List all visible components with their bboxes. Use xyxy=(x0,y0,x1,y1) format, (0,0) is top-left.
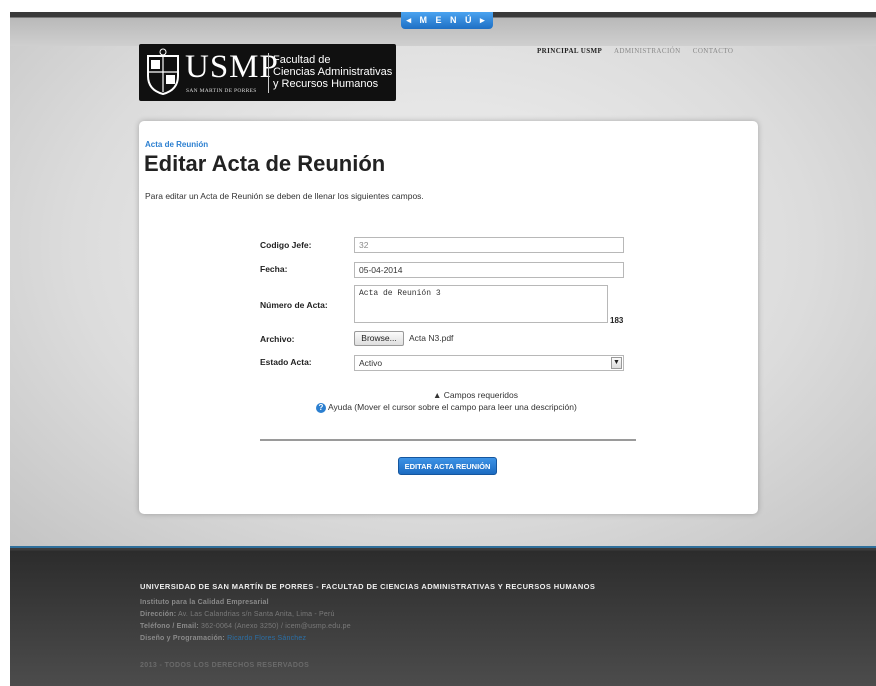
help-icon: ? xyxy=(316,403,326,413)
footer-title: UNIVERSIDAD DE SAN MARTÍN DE PORRES - FA… xyxy=(140,582,596,591)
intro-text: Para editar un Acta de Reunión se deben … xyxy=(145,191,424,201)
required-fields-note: ▲ Campos requeridos xyxy=(433,390,518,400)
top-navigation: PRINCIPAL USMP ADMINISTRACIÓN CONTACTO xyxy=(537,47,743,55)
codigo-jefe-field[interactable]: 32 xyxy=(354,237,624,253)
character-counter: 183 xyxy=(610,316,624,325)
logo-divider xyxy=(268,53,269,93)
numero-acta-textarea[interactable]: Acta de Reunión 3 xyxy=(354,285,608,323)
footer-address-value: Av. Las Calandrias s/n Santa Anita, Lima… xyxy=(178,611,335,618)
help-text: Ayuda (Mover el cursor sobre el campo pa… xyxy=(328,402,577,412)
crest-icon xyxy=(147,48,179,96)
nav-administracion[interactable]: ADMINISTRACIÓN xyxy=(614,47,681,55)
nav-contacto[interactable]: CONTACTO xyxy=(693,47,734,55)
help-note: ? Ayuda (Mover el cursor sobre el campo p… xyxy=(316,402,577,413)
codigo-jefe-label: Codigo Jefe: xyxy=(260,240,312,250)
usmp-logo[interactable]: USMP SAN MARTIN DE PORRES Facultad de Ci… xyxy=(139,44,396,101)
footer-institute: Instituto para la Calidad Empresarial xyxy=(140,599,269,606)
selected-file-name: Acta N3.pdf xyxy=(409,333,454,343)
footer-phone: Teléfono / Email: 362-0064 (Anexo 3250) … xyxy=(140,623,351,630)
footer-address-label: Dirección: xyxy=(140,611,177,618)
faculty-line-3: y Recursos Humanos xyxy=(273,78,379,90)
browse-button[interactable]: Browse... xyxy=(354,331,404,346)
faculty-name: Facultad de Ciencias Administrativas y R… xyxy=(273,54,392,90)
faculty-line-2: Ciencias Administrativas xyxy=(273,66,393,78)
footer-phone-value: 362-0064 (Anexo 3250) / icem@usmp.edu.pe xyxy=(201,623,351,630)
footer-institute-text: Instituto para la Calidad Empresarial xyxy=(140,599,269,606)
chevron-down-icon[interactable]: ▼ xyxy=(611,357,622,369)
nav-principal-usmp[interactable]: PRINCIPAL USMP xyxy=(537,47,602,55)
footer-copyright: 2013 - TODOS LOS DERECHOS RESERVADOS xyxy=(140,662,310,669)
fecha-label: Fecha: xyxy=(260,264,288,274)
archivo-label: Archivo: xyxy=(260,334,295,344)
estado-acta-label: Estado Acta: xyxy=(260,357,312,367)
page-title: Editar Acta de Reunión xyxy=(144,151,386,176)
submit-button[interactable]: EDITAR ACTA REUNIÓN xyxy=(398,457,497,475)
page: ◂ M E N Ú ▸ USMP SAN MARTIN DE PORRES Fa… xyxy=(0,0,876,686)
footer-design: Diseño y Programación: Ricardo Flores Sá… xyxy=(140,635,306,642)
menu-toggle-button[interactable]: ◂ M E N Ú ▸ xyxy=(401,12,493,29)
numero-acta-label: Número de Acta: xyxy=(260,300,328,310)
footer-phone-label: Teléfono / Email: xyxy=(140,623,199,630)
breadcrumb[interactable]: Acta de Reunión xyxy=(145,140,208,149)
brand-name: USMP xyxy=(185,49,279,85)
divider xyxy=(260,439,636,441)
estado-acta-select[interactable]: Activo ▼ xyxy=(354,355,624,371)
faculty-line-1: Facultad de xyxy=(273,54,331,66)
fecha-field[interactable]: 05-04-2014 xyxy=(354,262,624,278)
brand-subtitle: SAN MARTIN DE PORRES xyxy=(186,88,257,94)
footer-design-label: Diseño y Programación: xyxy=(140,635,225,642)
footer-address: Dirección: Av. Las Calandrias s/n Santa … xyxy=(140,611,335,618)
estado-acta-value: Activo xyxy=(359,358,383,368)
footer-design-link[interactable]: Ricardo Flores Sánchez xyxy=(227,635,306,642)
